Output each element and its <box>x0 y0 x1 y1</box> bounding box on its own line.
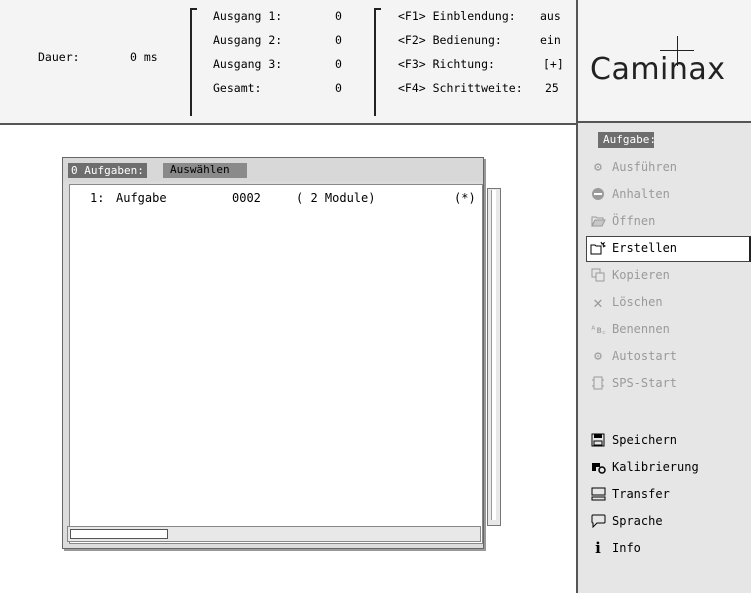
f4-value: 25 <box>545 81 559 95</box>
calibration-icon <box>590 459 606 475</box>
copy-icon <box>590 267 606 283</box>
sidebar-item-label: Kopieren <box>612 268 670 282</box>
sidebar-item-kalibrierung[interactable]: Kalibrierung <box>590 455 748 479</box>
sidebar-item-label: Anhalten <box>612 187 670 201</box>
duration-label: Dauer: <box>38 50 80 64</box>
table-row[interactable]: 1: Aufgabe 0002 ( 2 Module) (*) <box>70 191 480 207</box>
output-3-value: 0 <box>335 57 342 71</box>
total-value: 0 <box>335 81 342 95</box>
sidebar-item-speichern[interactable]: Speichern <box>590 428 748 452</box>
output-1-value: 0 <box>335 9 342 23</box>
sidebar-item-label: SPS-Start <box>612 376 678 390</box>
sidebar-item-info[interactable]: i Info <box>590 536 748 560</box>
sidebar-item-ausfuehren[interactable]: ⚙ Ausführen <box>590 155 748 179</box>
row-number: 0002 <box>232 191 261 205</box>
f2-value: ein <box>540 33 561 47</box>
sidebar-item-label: Kalibrierung <box>612 460 699 474</box>
autostart-icon: ⚙ <box>594 348 602 364</box>
header-divider <box>374 8 376 116</box>
speech-bubble-icon <box>590 513 606 529</box>
header-divider <box>190 8 192 116</box>
info-icon: i <box>595 539 601 557</box>
task-list[interactable]: 1: Aufgabe 0002 ( 2 Module) (*) <box>69 184 483 544</box>
sidebar-item-oeffnen[interactable]: Öffnen <box>590 209 748 233</box>
row-modules: ( 2 Module) <box>296 191 376 205</box>
rename-icon: ᴬʙ꜀ <box>590 325 606 336</box>
output-2-label: Ausgang 2: <box>213 33 283 47</box>
sidebar-item-benennen[interactable]: ᴬʙ꜀ Benennen <box>590 317 748 341</box>
sidebar-item-loeschen[interactable]: ✕ Löschen <box>590 290 748 314</box>
save-icon <box>590 432 606 448</box>
output-2-value: 0 <box>335 33 342 47</box>
new-folder-icon <box>590 240 606 256</box>
row-flag: (*) <box>454 191 476 205</box>
sidebar-item-label: Sprache <box>612 514 663 528</box>
duration-value: 0 ms <box>130 50 158 64</box>
sidebar-item-label: Info <box>612 541 641 555</box>
logo-crosshair <box>677 36 678 66</box>
sidebar-item-label: Löschen <box>612 295 663 309</box>
sps-start-icon <box>590 375 606 391</box>
task-count-tab[interactable]: 0 Aufgaben: <box>68 163 147 178</box>
folder-open-icon <box>590 213 606 229</box>
sidebar-item-label: Speichern <box>612 433 678 447</box>
divider-tick <box>374 8 381 10</box>
sidebar-item-label: Erstellen <box>612 241 678 255</box>
f3-value: [+] <box>543 57 564 71</box>
total-label: Gesamt: <box>213 81 262 95</box>
brand-logo: Caminax <box>590 52 726 87</box>
sidebar-item-transfer[interactable]: Transfer <box>590 482 748 506</box>
sidebar-item-label: Transfer <box>612 487 670 501</box>
gear-icon: ⚙ <box>594 159 602 175</box>
row-name: Aufgabe <box>116 191 167 205</box>
sidebar-item-label: Autostart <box>612 349 678 363</box>
row-index: 1: <box>90 191 105 205</box>
output-3-label: Ausgang 3: <box>213 57 283 71</box>
f4-label: <F4> Schrittweite: <box>398 81 523 95</box>
output-1-label: Ausgang 1: <box>213 9 283 23</box>
vertical-scroll-thumb[interactable] <box>491 190 496 520</box>
sidebar-item-label: Öffnen <box>612 214 656 228</box>
sidebar-item-autostart[interactable]: ⚙ Autostart <box>590 344 748 368</box>
sidebar-item-sps-start[interactable]: SPS-Start <box>590 371 748 395</box>
f1-value: aus <box>540 9 561 23</box>
transfer-icon <box>590 486 606 502</box>
sidebar-item-erstellen[interactable]: Erstellen <box>590 236 748 260</box>
section-label: Aufgabe: <box>603 133 656 146</box>
f2-label: <F2> Bedienung: <box>398 33 502 47</box>
horizontal-scroll-thumb[interactable] <box>70 529 168 539</box>
task-window: 0 Aufgaben: Auswählen 1: Aufgabe 0002 ( … <box>62 157 501 549</box>
select-tab[interactable]: Auswählen <box>170 163 230 176</box>
f1-label: <F1> Einblendung: <box>398 9 516 23</box>
sidebar-item-label: Ausführen <box>612 160 678 174</box>
logo-divider <box>578 121 751 123</box>
sidebar-item-sprache[interactable]: Sprache <box>590 509 748 533</box>
sidebar-item-anhalten[interactable]: Anhalten <box>590 182 748 206</box>
sidebar-item-label: Benennen <box>612 322 670 336</box>
logo-crosshair <box>660 50 694 51</box>
divider-tick <box>190 8 197 10</box>
f3-label: <F3> Richtung: <box>398 57 495 71</box>
delete-icon: ✕ <box>593 292 603 312</box>
sidebar-item-kopieren[interactable]: Kopieren <box>590 263 748 287</box>
stop-icon <box>590 186 606 202</box>
